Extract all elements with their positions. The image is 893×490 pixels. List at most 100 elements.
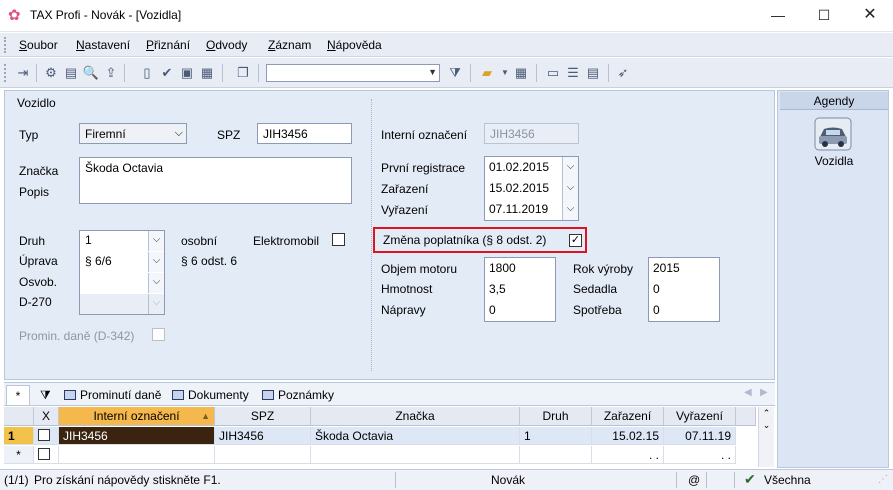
- copy-icon[interactable]: ❐: [234, 64, 252, 82]
- agendy-panel: Agendy Vozidla: [777, 90, 889, 468]
- row-select-checkbox[interactable]: [38, 429, 50, 441]
- prvni-registrace-value: 01.02.2015: [489, 160, 550, 174]
- menu-priznani[interactable]: Přiznání: [146, 38, 190, 52]
- column-header-vyrazeni[interactable]: Vyřazení: [664, 407, 736, 426]
- tab-scroll-right-icon[interactable]: ▶: [760, 387, 768, 398]
- napravy-input[interactable]: 0: [485, 300, 555, 321]
- elektromobil-checkbox[interactable]: [332, 233, 345, 246]
- column-header-x[interactable]: X: [34, 407, 59, 426]
- menu-nastaveni[interactable]: Nastavení: [76, 38, 130, 52]
- chevron-down-icon[interactable]: ⌵: [148, 252, 164, 272]
- form-view-icon[interactable]: ▭: [544, 64, 562, 82]
- typ-select[interactable]: Firemní ⌵: [79, 123, 187, 144]
- rok-vyroby-input[interactable]: 2015: [649, 258, 719, 279]
- confirm-icon[interactable]: ✔: [158, 64, 176, 82]
- menu-odvody[interactable]: Odvody: [206, 38, 247, 52]
- column-header-znacka[interactable]: Značka: [311, 407, 520, 426]
- znacka-popis-textarea[interactable]: Škoda Octavia: [79, 157, 352, 204]
- chevron-down-icon[interactable]: ⌵: [562, 199, 578, 220]
- folder-icon[interactable]: ▰: [478, 64, 496, 82]
- spotreba-input[interactable]: 0: [649, 300, 719, 321]
- chevron-down-icon[interactable]: ⌵: [562, 178, 578, 199]
- menu-soubor[interactable]: Soubor: [19, 38, 58, 52]
- column-header-interni[interactable]: Interní označení ▲: [59, 407, 215, 426]
- list-view-icon[interactable]: ☰: [564, 64, 582, 82]
- zarazeni-input[interactable]: 15.02.2015: [485, 178, 562, 199]
- report-icon[interactable]: ▤: [584, 64, 602, 82]
- menu-zaznam[interactable]: Záznam: [268, 38, 311, 52]
- vozidla-agenda-label[interactable]: Vozidla: [778, 154, 890, 168]
- calculator-icon[interactable]: ▦: [512, 64, 530, 82]
- prvni-registrace-input[interactable]: 01.02.2015: [485, 157, 562, 178]
- row-select-cell[interactable]: [34, 427, 59, 445]
- grid-scrollbar[interactable]: ⌃ ⌄: [758, 407, 774, 467]
- tab-prominuti-dane[interactable]: Prominutí daně: [60, 385, 165, 405]
- filter-tab-icon[interactable]: ⧩: [36, 385, 55, 405]
- tab-poznamky[interactable]: Poznámky: [258, 385, 338, 405]
- search-combo[interactable]: ▼: [266, 64, 440, 82]
- menu-napoveda[interactable]: Nápověda: [327, 38, 382, 52]
- column-header-zarazeni[interactable]: Zařazení: [592, 407, 664, 426]
- row-number[interactable]: 1: [4, 427, 34, 445]
- export-icon[interactable]: ⇪: [102, 64, 120, 82]
- hmotnost-input[interactable]: 3,5: [485, 279, 555, 300]
- sedadla-input[interactable]: 0: [649, 279, 719, 300]
- tab-scroll-left-icon[interactable]: ◀: [744, 387, 752, 398]
- cell-spz[interactable]: JIH3456: [215, 427, 311, 445]
- chevron-down-icon[interactable]: ▼: [428, 67, 437, 77]
- zarazeni-value: 15.02.2015: [489, 181, 550, 195]
- status-filter[interactable]: Všechna: [764, 473, 811, 487]
- cell-znacka[interactable]: Škoda Octavia: [311, 427, 520, 445]
- resize-grip-icon[interactable]: ⋰: [878, 474, 888, 485]
- exit-icon[interactable]: ⇥: [14, 64, 32, 82]
- minimize-icon[interactable]: —: [755, 0, 801, 32]
- toolbar-separator: [470, 64, 471, 82]
- cell-interni[interactable]: JIH3456: [59, 427, 215, 445]
- new-row-cell[interactable]: [59, 446, 215, 464]
- new-row-cell[interactable]: [311, 446, 520, 464]
- new-row-cell[interactable]: [520, 446, 592, 464]
- cell-druh[interactable]: 1: [520, 427, 592, 445]
- save-icon[interactable]: ▣: [178, 64, 196, 82]
- new-row-select-cell[interactable]: [34, 446, 59, 464]
- maximize-icon[interactable]: ☐: [801, 0, 847, 32]
- status-separator: [676, 472, 677, 488]
- chevron-down-icon[interactable]: ⌵: [175, 127, 183, 140]
- spz-value: JIH3456: [263, 127, 308, 141]
- scroll-down-icon[interactable]: ⌄: [759, 419, 774, 431]
- druh-input[interactable]: 1: [80, 231, 148, 251]
- cell-zarazeni[interactable]: 15.02.15: [592, 427, 664, 445]
- close-icon[interactable]: ✕: [847, 0, 893, 32]
- chevron-down-icon[interactable]: ⌵: [562, 157, 578, 178]
- chevron-down-icon[interactable]: ⌵: [148, 273, 164, 293]
- preview-icon[interactable]: 🔍: [82, 64, 100, 82]
- new-row-marker[interactable]: *: [4, 446, 34, 464]
- spotreba-label: Spotřeba: [573, 303, 622, 317]
- tab-new[interactable]: *: [6, 385, 30, 405]
- params-group: 1800 3,5 0: [484, 257, 556, 322]
- tab-dokumenty[interactable]: Dokumenty: [168, 385, 253, 405]
- new-row-checkbox[interactable]: [38, 448, 50, 460]
- vyrazeni-input[interactable]: 07.11.2019: [485, 199, 562, 220]
- new-row-date-cell[interactable]: . .: [592, 446, 664, 464]
- delete-icon[interactable]: ▦: [198, 64, 216, 82]
- spz-input[interactable]: JIH3456: [257, 123, 352, 144]
- osvob-input[interactable]: [80, 273, 148, 293]
- vozidla-agenda[interactable]: [814, 117, 852, 151]
- dates-group: 01.02.2015 ⌵ 15.02.2015 ⌵ 07.11.2019 ⌵: [484, 156, 579, 221]
- new-row-date-cell[interactable]: . .: [664, 446, 736, 464]
- uprava-input[interactable]: § 6/6: [80, 252, 148, 272]
- print-setup-icon[interactable]: ▤: [62, 64, 80, 82]
- new-row-cell[interactable]: [215, 446, 311, 464]
- cell-vyrazeni[interactable]: 07.11.19: [664, 427, 736, 445]
- column-header-druh[interactable]: Druh: [520, 407, 592, 426]
- help-pointer-icon[interactable]: ➶: [614, 64, 632, 82]
- column-header-spz[interactable]: SPZ: [215, 407, 311, 426]
- new-record-icon[interactable]: ▯: [138, 64, 156, 82]
- filter-icon[interactable]: ⧩: [446, 64, 464, 82]
- settings-icon[interactable]: ⚙: [42, 64, 60, 82]
- scroll-up-icon[interactable]: ⌃: [759, 407, 774, 419]
- objem-input[interactable]: 1800: [485, 258, 555, 279]
- chevron-down-icon[interactable]: ⌵: [148, 231, 164, 251]
- zmena-poplatnika-checkbox[interactable]: ✓: [569, 234, 582, 247]
